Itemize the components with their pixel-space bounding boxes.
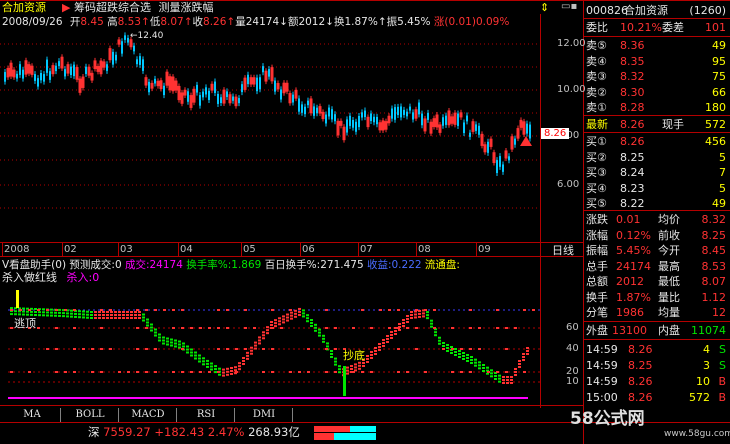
osc-tick: 40 [566,343,579,354]
max-price-arrow-icon: ← [130,31,138,41]
month-tick: 2008 [4,244,29,255]
tick-row: 15:00 8.26 572 B [586,390,728,405]
tick-row: 14:59 8.25 3 S [586,358,728,373]
osc-tick: 10 [566,376,579,387]
price-tick: 6.00 [557,179,579,190]
bid-row: 买③ 8.24 7 [586,165,728,180]
lock-icon[interactable]: ⇕ [540,1,554,13]
stat-row: 换手 1.87% 量比 1.12 [586,290,728,305]
stat-row: 分笔 1986 均量 12 [586,305,728,320]
stat-row: 振幅 5.45% 今开 8.45 [586,243,728,258]
stat-row: 涨跌 0.01 均价 8.32 [586,212,728,227]
stock-name: 合加资源 [2,1,46,14]
tab-dmi[interactable]: DMI [236,408,293,422]
month-tick: 07 [360,244,373,255]
kline-chart[interactable] [0,28,540,242]
month-tick: 09 [478,244,491,255]
volume-strength-bar [314,426,376,440]
stat-row: 总手 24174 最高 8.53 [586,259,728,274]
month-tick: 08 [418,244,431,255]
bid-row: 买① 8.26 456 [586,134,728,149]
window-controls-icon[interactable]: ▭▪ [561,1,581,13]
signal-bar: 杀入做红线 杀入:0 [2,272,99,284]
quote-header: 000826 合加资源 (1260) [586,3,728,18]
oscillator-chart[interactable] [0,284,540,404]
ask-row: 卖⑤ 8.36 49 [586,38,728,53]
current-price-tag: 8.26 [541,128,569,139]
bid-row: 买④ 8.23 5 [586,181,728,196]
month-tick: 06 [302,244,315,255]
watermark-brand: 58公式网 [570,410,645,428]
weibi-row: 委比 10.21% 委差 101 [586,20,728,35]
tab-macd[interactable]: MACD [120,408,177,422]
month-tick: 03 [120,244,133,255]
tab-boll[interactable]: BOLL [62,408,119,422]
ask-row: 卖① 8.28 180 [586,100,728,115]
ohlc-info: 2008/09/26 开8.45 高8.53↑低8.07↑收8.26↑量2417… [2,16,509,28]
month-tick: 02 [64,244,77,255]
bottom-annotation: 抄底 [343,350,365,362]
baseline [8,397,528,399]
latest-row: 最新 8.26 现手 572 [586,117,728,132]
price-tick: 10.00 [557,84,586,95]
max-price-label: 12.40 [138,31,164,41]
escape-annotation: 逃顶 [14,318,36,330]
tick-row: 14:59 8.26 10 B [586,374,728,389]
stat-row: 涨幅 0.12% 前收 8.25 [586,228,728,243]
period-label[interactable]: 日线 [552,245,574,257]
stat-row: 总额 2012 最低 8.07 [586,274,728,289]
tab-ma[interactable]: MA [4,408,61,422]
menu-item-1[interactable]: 测量涨跌幅 [158,1,213,14]
ask-row: 卖④ 8.35 95 [586,54,728,69]
month-tick: 05 [243,244,256,255]
osc-tick: 60 [566,322,579,333]
ask-row: 卖② 8.30 66 [586,85,728,100]
bid-row: 买② 8.25 5 [586,150,728,165]
watermark-url: www.58gu.com [664,429,730,439]
tab-rsi[interactable]: RSI [178,408,235,422]
ask-row: 卖③ 8.32 75 [586,69,728,84]
escape-signal-bar [16,290,19,308]
menu-item-0[interactable]: 筹码超跌综合选 [74,1,151,14]
bottom-signal-bar [343,366,346,396]
indicator-bar: V看盘助手(0) 预测成交:0 成交:24174 换手率%:1.869 百日换手… [2,259,460,271]
month-tick: 04 [180,244,193,255]
index-bar: 深 7559.27 +182.43 2.47% 268.93亿 [88,426,300,438]
outer-inner-row: 外盘 13100 内盘 11074 [586,323,728,338]
tick-row: 14:59 8.26 4 S [586,342,728,357]
menu-arrow-icon: ▶ [62,1,70,14]
price-tick: 12.00 [557,38,586,49]
bid-row: 买⑤ 8.22 49 [586,196,728,211]
